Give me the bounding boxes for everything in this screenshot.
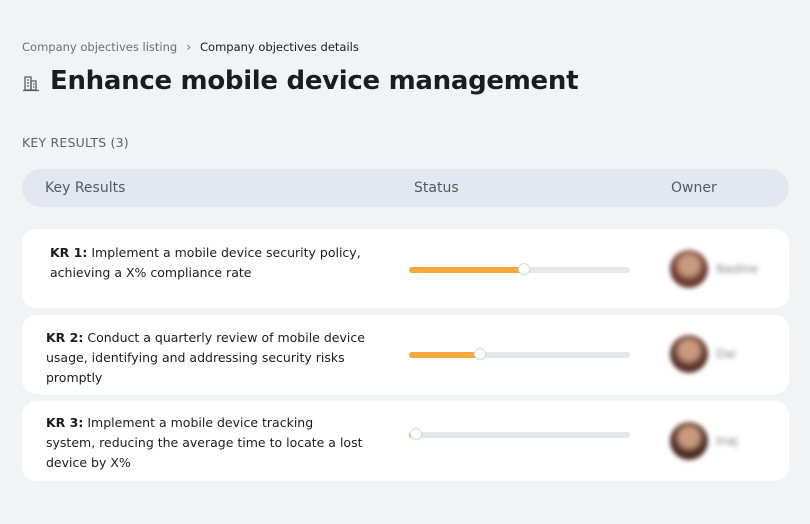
progress-bar <box>409 349 630 359</box>
breadcrumb: Company objectives listing › Company obj… <box>22 40 359 54</box>
key-results-count-label: KEY RESULTS (3) <box>22 135 129 150</box>
owner[interactable]: Nadine <box>670 250 758 288</box>
key-result-row[interactable]: KR 2: Conduct a quarterly review of mobi… <box>22 315 789 394</box>
key-result-code: KR 1: <box>50 245 88 260</box>
building-icon <box>23 76 39 92</box>
key-result-description: KR 1: Implement a mobile device security… <box>50 243 370 283</box>
page-title: Enhance mobile device management <box>50 66 579 96</box>
title-row: Enhance mobile device management <box>22 66 579 96</box>
owner-name: Dai <box>716 347 736 361</box>
key-result-description: KR 2: Conduct a quarterly review of mobi… <box>46 328 366 388</box>
column-header-key-results: Key Results <box>45 180 126 196</box>
key-result-row[interactable]: KR 3: Implement a mobile device tracking… <box>22 401 789 481</box>
avatar <box>670 335 708 373</box>
owner[interactable]: Dai <box>670 335 736 373</box>
avatar <box>670 422 708 460</box>
key-result-row[interactable]: KR 1: Implement a mobile device security… <box>22 229 789 308</box>
column-header-status: Status <box>414 180 459 196</box>
key-result-code: KR 3: <box>46 415 84 430</box>
progress-handle[interactable] <box>518 264 529 274</box>
key-result-text: Implement a mobile device tracking syste… <box>46 415 363 470</box>
avatar <box>670 250 708 288</box>
key-result-text: Conduct a quarterly review of mobile dev… <box>46 330 365 385</box>
key-result-code: KR 2: <box>46 330 84 345</box>
progress-handle[interactable] <box>474 349 485 359</box>
progress-handle[interactable] <box>410 429 421 439</box>
breadcrumb-parent-link[interactable]: Company objectives listing <box>22 40 177 54</box>
owner-name: Inaj <box>716 434 738 448</box>
progress-fill <box>409 267 524 273</box>
key-result-text: Implement a mobile device security polic… <box>50 245 361 280</box>
progress-bar <box>409 429 630 439</box>
column-header-owner: Owner <box>671 180 717 196</box>
breadcrumb-separator-icon: › <box>186 40 192 54</box>
table-header: Key Results Status Owner <box>22 169 789 207</box>
breadcrumb-current: Company objectives details <box>200 40 359 54</box>
owner-name: Nadine <box>716 262 759 276</box>
owner[interactable]: Inaj <box>670 422 738 460</box>
progress-fill <box>409 352 480 358</box>
key-result-description: KR 3: Implement a mobile device tracking… <box>46 413 366 473</box>
progress-bar <box>409 264 630 274</box>
